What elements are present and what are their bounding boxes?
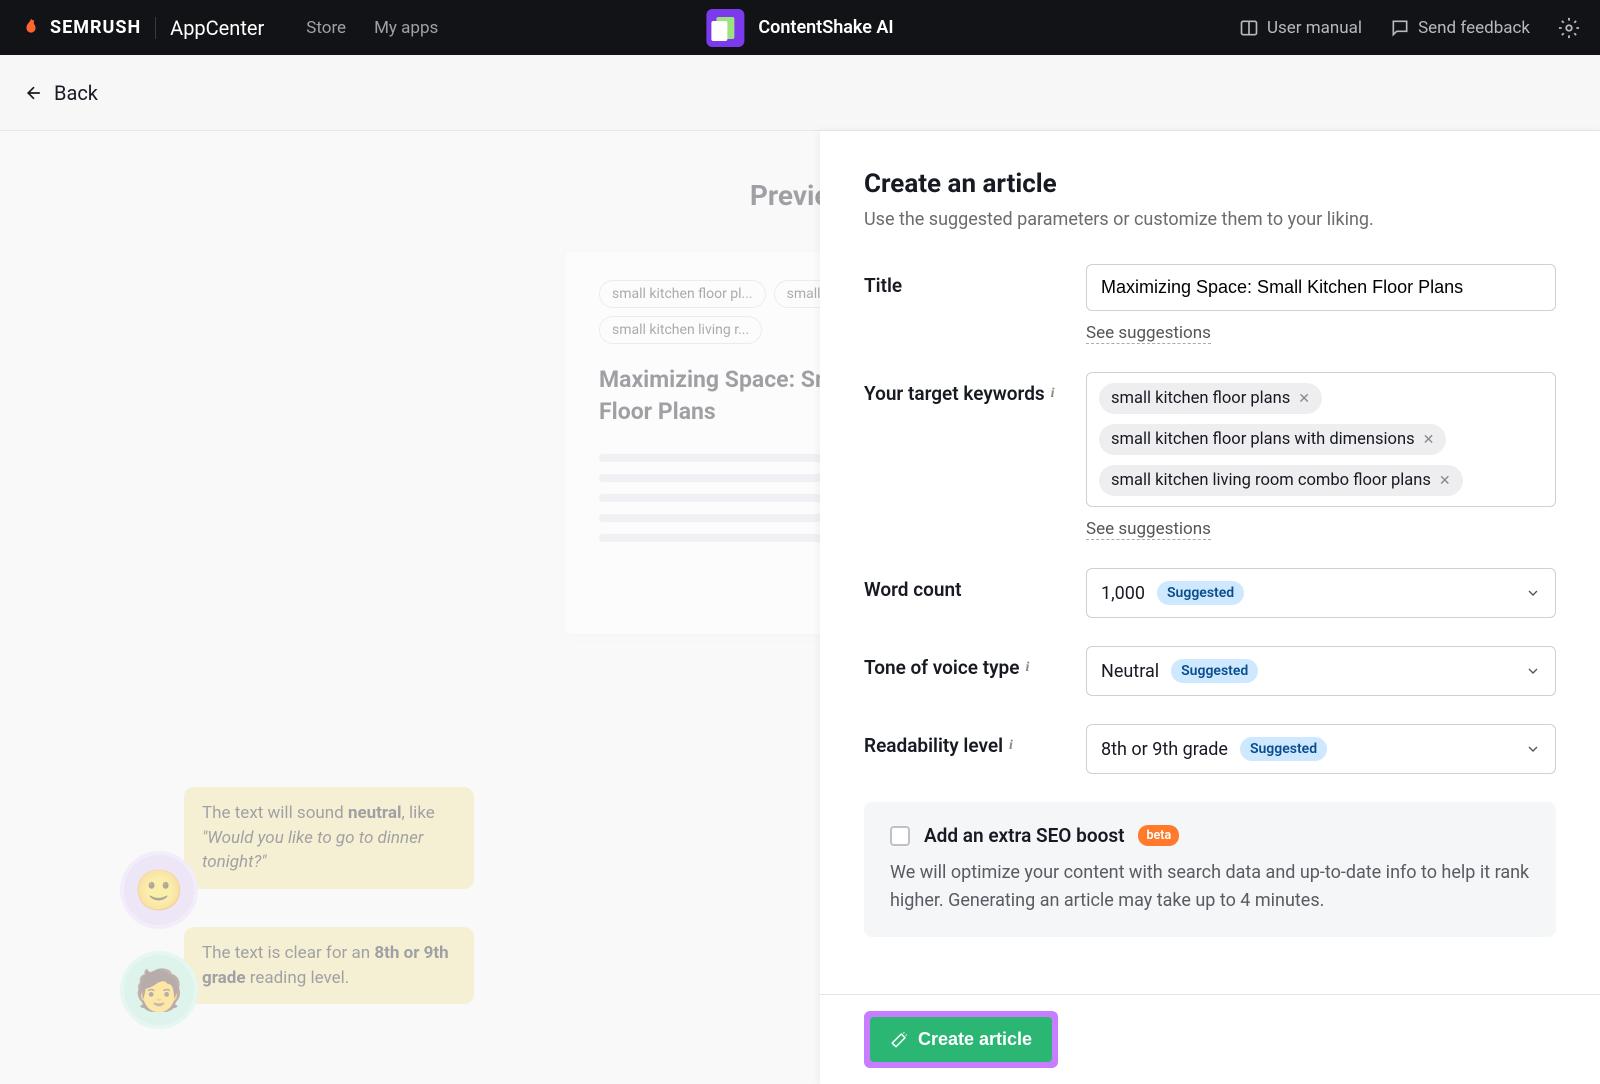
- info-icon[interactable]: i: [1051, 386, 1055, 402]
- remove-keyword-icon[interactable]: ✕: [1298, 391, 1310, 407]
- title-label: Title: [864, 264, 1086, 297]
- cta-highlight: Create article: [864, 1011, 1058, 1068]
- panel-body: Create an article Use the suggested para…: [820, 131, 1600, 994]
- panel-title: Create an article: [864, 169, 1556, 199]
- keywords-input[interactable]: small kitchen floor plans ✕ small kitchen…: [1086, 372, 1556, 507]
- readability-select[interactable]: 8th or 9th grade Suggested: [1086, 724, 1556, 774]
- current-app[interactable]: ContentShake AI: [706, 9, 893, 47]
- readability-field-row: Readability level i 8th or 9th grade Sugg…: [864, 724, 1556, 774]
- create-article-label: Create article: [918, 1029, 1032, 1050]
- nav-store[interactable]: Store: [306, 18, 346, 38]
- chevron-down-icon: [1525, 585, 1541, 601]
- seo-boost-checkbox[interactable]: [890, 826, 910, 846]
- chevron-down-icon: [1525, 741, 1541, 757]
- tone-field-row: Tone of voice type i Neutral Suggested: [864, 646, 1556, 696]
- keyword-text: small kitchen floor plans with dimension…: [1111, 430, 1415, 449]
- keyword-chip: small kitchen floor plans with dimension…: [1099, 424, 1446, 455]
- readability-label: Readability level i: [864, 724, 1086, 757]
- keyword-text: small kitchen floor plans: [1111, 389, 1290, 408]
- book-icon: [1239, 18, 1259, 38]
- seo-boost-box: Add an extra SEO boost beta We will opti…: [864, 802, 1556, 937]
- see-suggestions-keywords[interactable]: See suggestions: [1086, 519, 1211, 540]
- semrush-fire-icon: [20, 17, 42, 39]
- magic-wand-icon: [890, 1031, 908, 1049]
- seo-boost-label: Add an extra SEO boost: [924, 824, 1124, 847]
- keyword-text: small kitchen living room combo floor pl…: [1111, 471, 1431, 490]
- suggested-badge: Suggested: [1240, 737, 1327, 761]
- brand-text: SEMRUSH: [50, 17, 141, 38]
- top-navbar: SEMRUSH AppCenter Store My apps ContentS…: [0, 0, 1600, 55]
- remove-keyword-icon[interactable]: ✕: [1439, 473, 1451, 489]
- send-feedback-label: Send feedback: [1418, 18, 1530, 38]
- readability-label-text: Readability level: [864, 734, 1003, 757]
- wordcount-value: 1,000: [1101, 583, 1145, 604]
- chat-icon: [1390, 18, 1410, 38]
- suggested-badge: Suggested: [1171, 659, 1258, 683]
- topbar-right-actions: User manual Send feedback: [1239, 17, 1580, 39]
- beta-badge: beta: [1138, 825, 1179, 846]
- readability-value: 8th or 9th grade: [1101, 739, 1228, 760]
- info-icon[interactable]: i: [1025, 660, 1029, 676]
- wordcount-label: Word count: [864, 568, 1086, 601]
- suggested-badge: Suggested: [1157, 581, 1244, 605]
- info-icon[interactable]: i: [1009, 738, 1013, 754]
- settings-gear-icon[interactable]: [1558, 17, 1580, 39]
- title-field-row: Title See suggestions: [864, 264, 1556, 344]
- wordcount-field-row: Word count 1,000 Suggested: [864, 568, 1556, 618]
- panel-footer: Create article: [820, 994, 1600, 1084]
- create-article-panel: Create an article Use the suggested para…: [820, 131, 1600, 1084]
- keywords-field-row: Your target keywords i small kitchen flo…: [864, 372, 1556, 540]
- back-button[interactable]: Back: [24, 81, 98, 105]
- see-suggestions-title[interactable]: See suggestions: [1086, 323, 1211, 344]
- wordcount-select[interactable]: 1,000 Suggested: [1086, 568, 1556, 618]
- create-article-button[interactable]: Create article: [870, 1017, 1052, 1062]
- send-feedback-link[interactable]: Send feedback: [1390, 18, 1530, 38]
- nav-links: Store My apps: [306, 18, 438, 38]
- divider: [155, 17, 156, 39]
- remove-keyword-icon[interactable]: ✕: [1423, 432, 1435, 448]
- arrow-left-icon: [24, 83, 44, 103]
- nav-myapps[interactable]: My apps: [374, 18, 438, 38]
- back-bar: Back: [0, 55, 1600, 131]
- keyword-chip: small kitchen living room combo floor pl…: [1099, 465, 1463, 496]
- user-manual-label: User manual: [1267, 18, 1362, 38]
- keyword-chip: small kitchen floor plans ✕: [1099, 383, 1322, 414]
- tone-label-text: Tone of voice type: [864, 656, 1019, 679]
- title-input[interactable]: [1086, 264, 1556, 311]
- appcenter-label[interactable]: AppCenter: [170, 16, 264, 40]
- keywords-label: Your target keywords i: [864, 372, 1086, 405]
- tone-label: Tone of voice type i: [864, 646, 1086, 679]
- keywords-label-text: Your target keywords: [864, 382, 1045, 405]
- back-label: Back: [54, 81, 98, 105]
- tone-value: Neutral: [1101, 661, 1159, 682]
- brand-logo[interactable]: SEMRUSH: [20, 17, 141, 39]
- user-manual-link[interactable]: User manual: [1239, 18, 1362, 38]
- contentshake-app-icon: [706, 9, 744, 47]
- app-name: ContentShake AI: [758, 17, 893, 38]
- seo-boost-description: We will optimize your content with searc…: [890, 859, 1530, 915]
- chevron-down-icon: [1525, 663, 1541, 679]
- panel-subtitle: Use the suggested parameters or customiz…: [864, 209, 1556, 230]
- tone-select[interactable]: Neutral Suggested: [1086, 646, 1556, 696]
